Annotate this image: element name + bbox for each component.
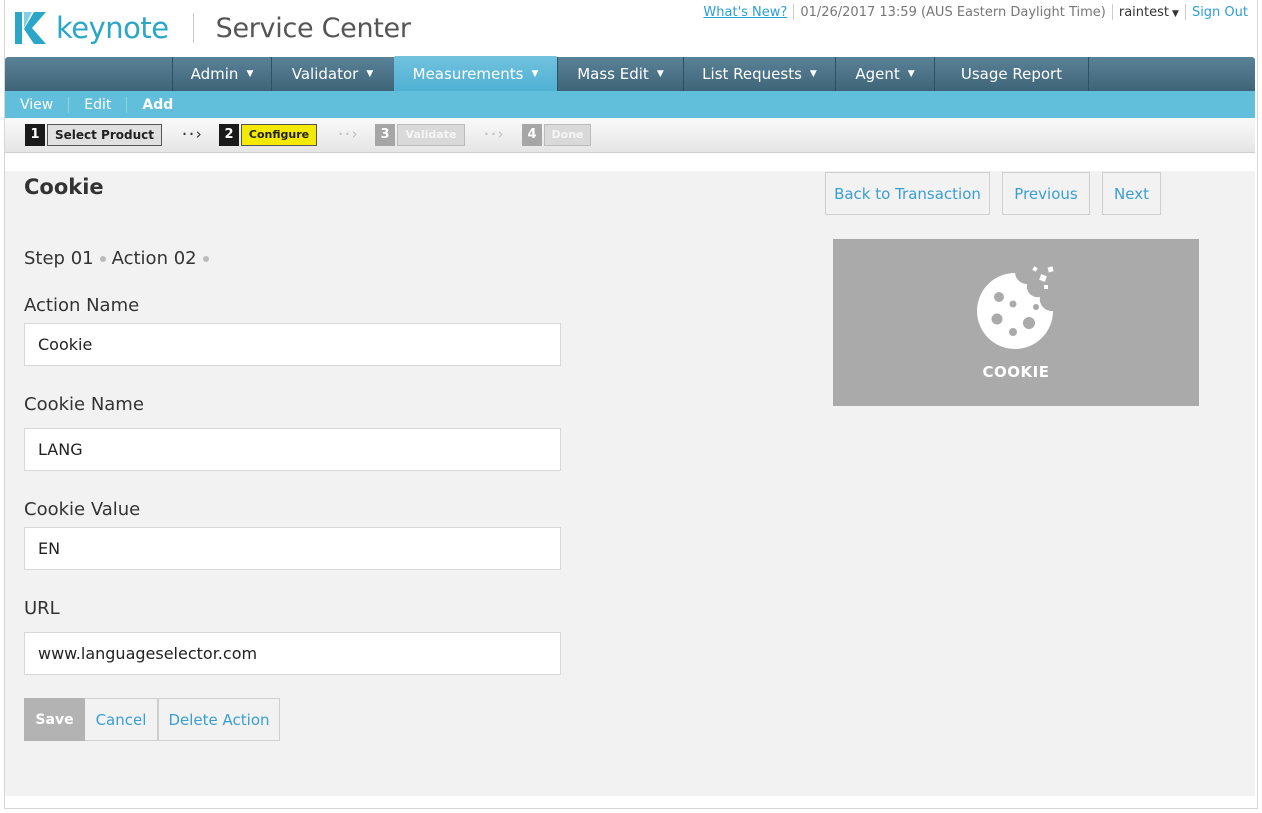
nav-measurements[interactable]: Measurements ▼ (394, 56, 557, 92)
cookie-value-input[interactable]: EN (24, 527, 561, 570)
subnav-view[interactable]: View (5, 96, 70, 113)
wizard-steps: 1 Select Product ··› 2 Configure ··› 3 V… (5, 118, 1255, 153)
main-content: Cookie Back to Transaction Previous Next… (5, 171, 1255, 796)
arrow-right-icon: ··› (482, 125, 505, 143)
chevron-down-icon: ▼ (656, 69, 664, 79)
datetime-text: 01/26/2017 13:59 (AUS Eastern Daylight T… (800, 4, 1106, 20)
logo-divider (192, 13, 194, 43)
user-name: raintest (1118, 4, 1170, 20)
divider (793, 4, 795, 20)
subnav-add[interactable]: Add (127, 97, 188, 113)
step-number: 1 (25, 123, 45, 146)
back-to-transaction-button[interactable]: Back to Transaction (825, 172, 990, 215)
user-menu[interactable]: raintest ▼ (1119, 5, 1179, 20)
nav-label: Validator (291, 65, 359, 83)
divider (1111, 4, 1113, 20)
nav-label: List Requests (702, 65, 802, 83)
chevron-down-icon: ▼ (809, 69, 817, 79)
next-button[interactable]: Next (1102, 172, 1161, 215)
app-name: Service Center (215, 12, 411, 44)
chevron-down-icon: ▼ (531, 69, 539, 79)
step-number: 2 (219, 123, 239, 146)
action-name-input[interactable]: Cookie (24, 323, 561, 366)
nav-label: Admin (190, 65, 239, 83)
step-label: Done (544, 123, 591, 146)
nav-agent[interactable]: Agent ▼ (835, 57, 934, 91)
wizard-step-select-product[interactable]: 1 Select Product (25, 123, 162, 146)
breadcrumb-step[interactable]: Step 01 (24, 248, 94, 269)
logo[interactable]: keynote Service Center (12, 9, 411, 47)
sub-nav: View Edit Add (5, 91, 1255, 118)
chevron-down-icon: ▼ (366, 69, 374, 79)
nav-label: Measurements (412, 65, 524, 83)
caret-down-icon: ▼ (1172, 8, 1179, 19)
nav-label: Usage Report (960, 65, 1063, 83)
breadcrumb-action[interactable]: Action 02 (112, 248, 197, 269)
step-label: Validate (397, 123, 465, 146)
breadcrumb-dot-icon (99, 255, 106, 262)
chevron-down-icon: ▼ (907, 69, 915, 79)
divider (1184, 4, 1186, 20)
step-label: Configure (241, 123, 317, 146)
logo-text: keynote (56, 11, 169, 45)
url-label: URL (24, 598, 60, 619)
step-label: Select Product (47, 123, 162, 146)
url-input[interactable]: www.languageselector.com (24, 632, 561, 675)
nav-mass-edit[interactable]: Mass Edit ▼ (557, 57, 683, 91)
whats-new-link[interactable]: What's New? (703, 5, 787, 20)
breadcrumb: Step 01 Action 02 (24, 248, 215, 269)
nav-label: Mass Edit (577, 65, 649, 83)
wizard-step-done: 4 Done (522, 123, 591, 146)
chevron-down-icon: ▼ (246, 69, 254, 79)
nav-usage-report[interactable]: Usage Report (934, 57, 1089, 91)
arrow-right-icon: ··› (180, 125, 203, 143)
nav-label: Agent (855, 65, 900, 83)
cookie-name-label: Cookie Name (24, 394, 144, 415)
header-utility-bar: What's New? 01/26/2017 13:59 (AUS Easter… (703, 4, 1248, 20)
nav-admin[interactable]: Admin ▼ (172, 57, 271, 91)
action-name-label: Action Name (24, 295, 140, 316)
form-actions: Save Cancel Delete Action (24, 698, 280, 741)
nav-list-requests[interactable]: List Requests ▼ (683, 57, 835, 91)
breadcrumb-dot-icon (202, 255, 209, 262)
step-number: 3 (375, 123, 395, 146)
cancel-button[interactable]: Cancel (85, 698, 158, 741)
arrow-right-icon: ··› (336, 125, 359, 143)
wizard-step-validate: 3 Validate (375, 123, 465, 146)
step-number: 4 (522, 123, 542, 146)
subnav-edit[interactable]: Edit (69, 96, 128, 113)
sign-out-link[interactable]: Sign Out (1192, 5, 1248, 20)
wizard-step-configure[interactable]: 2 Configure (219, 123, 317, 146)
keynote-logo-icon (12, 10, 50, 46)
nav-validator[interactable]: Validator ▼ (271, 57, 393, 91)
page-title: Cookie (24, 175, 104, 199)
cookie-name-input[interactable]: LANG (24, 428, 561, 471)
main-nav: Admin ▼ Validator ▼ Measurements ▼ Mass Edi… (5, 56, 1255, 92)
cookie-value-label: Cookie Value (24, 499, 141, 520)
delete-action-button[interactable]: Delete Action (158, 698, 280, 741)
preview-label: COOKIE (982, 363, 1050, 381)
action-preview-image: COOKIE (833, 239, 1199, 406)
save-button[interactable]: Save (24, 698, 85, 741)
previous-button[interactable]: Previous (1002, 172, 1090, 215)
